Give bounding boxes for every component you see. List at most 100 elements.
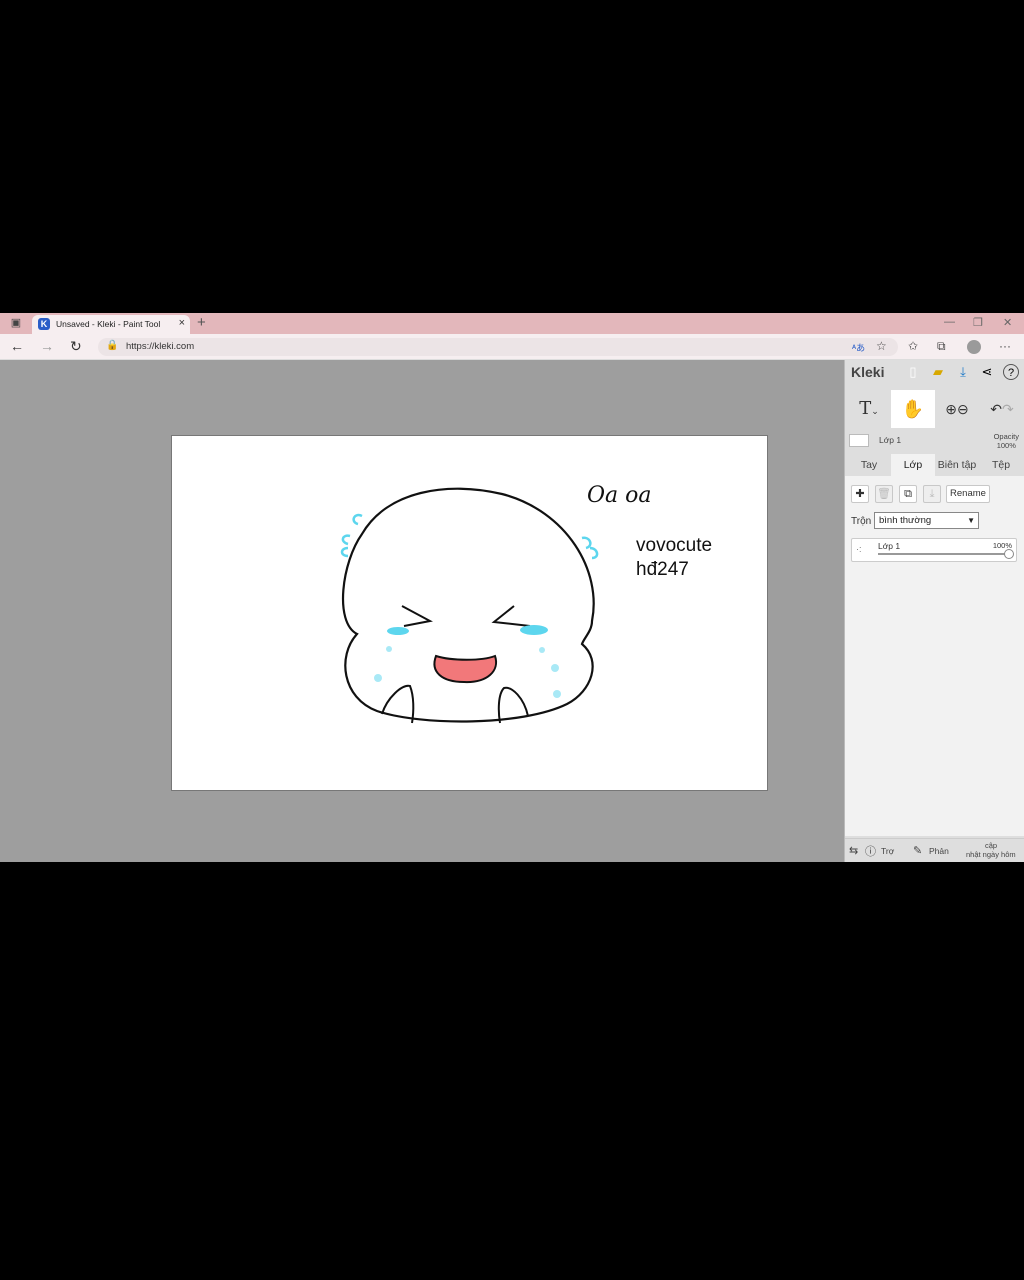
- zoom-buttons[interactable]: ⊕⊖: [939, 390, 975, 428]
- add-layer-button[interactable]: ✚: [851, 485, 869, 503]
- swap-sides-icon[interactable]: ⇆: [849, 844, 858, 857]
- maximize-icon[interactable]: ❐: [973, 316, 983, 329]
- close-window-icon[interactable]: ✕: [1003, 316, 1012, 329]
- tab-actions-icon[interactable]: ▣: [8, 315, 24, 331]
- tab-edit[interactable]: Biên tập: [935, 454, 979, 476]
- text-tool-label: T: [859, 398, 872, 419]
- new-image-icon[interactable]: ▯: [905, 364, 921, 380]
- back-icon[interactable]: ←: [10, 338, 24, 354]
- tear-drop: [374, 674, 382, 682]
- text-tool-button[interactable]: T⌄: [849, 390, 889, 428]
- tab-close-icon[interactable]: ×: [179, 317, 185, 329]
- canvas-caption-line1: vovocute: [636, 535, 713, 556]
- browser-tab[interactable]: K Unsaved - Kleki - Paint Tool ×: [32, 315, 190, 334]
- merge-down-icon[interactable]: ⤓: [923, 485, 941, 503]
- collections-icon[interactable]: ⧉: [937, 339, 946, 354]
- help-icon[interactable]: ⓘ: [865, 843, 876, 859]
- profile-avatar[interactable]: [967, 340, 981, 354]
- canvas-workspace[interactable]: Oa oa vovocute hđ247: [0, 360, 844, 862]
- layer-thumbnail: [849, 434, 869, 447]
- minimize-icon[interactable]: —: [944, 316, 955, 328]
- right-eye: [491, 605, 531, 627]
- chevron-down-icon: ⌄: [871, 407, 879, 417]
- sweat-mark: [589, 546, 599, 560]
- opacity-value: 100%: [996, 441, 1016, 450]
- kleki-logo[interactable]: Kleki: [851, 364, 884, 380]
- blend-mode-select[interactable]: bình thường ▼: [874, 512, 979, 529]
- current-layer-opacity: Opacity 100%: [994, 432, 1019, 450]
- help-icon[interactable]: ?: [1003, 364, 1019, 380]
- chevron-down-icon: ▼: [967, 516, 975, 525]
- tab-layers[interactable]: Lớp: [891, 454, 935, 476]
- drawing-artwork: [340, 487, 599, 724]
- screen: ▣ K Unsaved - Kleki - Paint Tool × + — ❐…: [0, 313, 1024, 862]
- help-link[interactable]: Trợ: [881, 846, 894, 856]
- tab-title: Unsaved - Kleki - Paint Tool: [56, 319, 161, 329]
- layer-name: Lớp 1: [878, 541, 901, 551]
- face-outline: [341, 487, 595, 723]
- download-icon[interactable]: ⤓: [955, 364, 971, 380]
- kleki-favicon-icon: K: [38, 318, 50, 330]
- canvas-handwritten-text: Oa oa: [587, 483, 652, 508]
- lock-icon: 🔒: [106, 340, 119, 351]
- zoom-out-icon[interactable]: ⊖: [957, 401, 969, 417]
- panel-footer: ⇆ ⓘ Trợ ✎ Phản cập nhật ngày hôm: [845, 838, 1024, 862]
- tear-right-eye: [520, 625, 548, 635]
- tab-file[interactable]: Tệp: [981, 454, 1021, 476]
- feedback-link[interactable]: Phản: [929, 846, 949, 856]
- tear-drop: [551, 664, 559, 672]
- layer-opacity-handle[interactable]: [1004, 549, 1014, 559]
- url-text: https://kleki.com: [126, 341, 195, 352]
- tear-drop: [553, 690, 561, 698]
- browser-tab-bar: ▣ K Unsaved - Kleki - Paint Tool × + — ❐…: [0, 313, 1024, 334]
- mouth: [433, 654, 498, 684]
- new-tab-button[interactable]: +: [197, 314, 206, 331]
- blend-mode-label: Trộn: [851, 516, 872, 527]
- layer-opacity-slider[interactable]: [878, 553, 1010, 555]
- undo-icon[interactable]: ↶: [990, 401, 1002, 417]
- panel-header: Kleki ▯ ▰ ⤓ ⋖ ?: [845, 360, 1024, 386]
- sweat-mark: [581, 536, 592, 550]
- sweat-mark: [340, 546, 349, 558]
- canvas-caption-line2: hđ247: [636, 559, 689, 580]
- layer-item[interactable]: ·: Lớp 1 100%: [851, 538, 1017, 562]
- hand-icon: ✋: [901, 399, 925, 419]
- layers-panel: ✚ 🗑 ⧉ ⤓ Rename Trộn bình thường ▼ ·: Lớp…: [845, 476, 1024, 836]
- tool-row: T⌄ ✋ ⊕⊖ ↶↷: [845, 390, 1024, 428]
- hand-tool-button[interactable]: ✋: [891, 390, 935, 428]
- translate-icon[interactable]: ᴬあ: [852, 341, 865, 354]
- duplicate-layer-icon[interactable]: ⧉: [899, 485, 917, 503]
- share-icon[interactable]: ⋖: [979, 364, 995, 380]
- tear-left-eye: [387, 627, 409, 635]
- favorite-add-icon[interactable]: ☆: [876, 339, 887, 353]
- drawing-canvas[interactable]: Oa oa vovocute hđ247: [171, 435, 768, 791]
- current-layer-preview[interactable]: Lớp 1 Opacity 100%: [849, 432, 1021, 450]
- url-field[interactable]: 🔒 https://kleki.com: [98, 338, 898, 356]
- redo-icon[interactable]: ↷: [1002, 401, 1014, 417]
- forward-icon[interactable]: →: [40, 338, 54, 354]
- update-line2[interactable]: nhật ngày hôm: [966, 850, 1016, 859]
- tear-drop: [386, 646, 392, 652]
- zoom-in-icon[interactable]: ⊕: [945, 401, 957, 417]
- tear-drop: [539, 647, 545, 653]
- rename-button[interactable]: Rename: [946, 485, 990, 503]
- reload-icon[interactable]: ↻: [70, 338, 82, 355]
- sweat-mark: [341, 534, 351, 546]
- feedback-icon[interactable]: ✎: [913, 844, 922, 857]
- opacity-label: Opacity: [993, 432, 1019, 441]
- favorites-icon[interactable]: ✩: [908, 339, 918, 353]
- layer-thumbnail: ·:: [856, 544, 862, 554]
- more-menu-icon[interactable]: ···: [999, 339, 1011, 353]
- current-layer-name: Lớp 1: [879, 435, 902, 445]
- blend-mode-value: bình thường: [879, 515, 932, 526]
- open-folder-icon[interactable]: ▰: [930, 364, 946, 380]
- tool-panel: Kleki ▯ ▰ ⤓ ⋖ ? T⌄ ✋ ⊕⊖ ↶↷ Lớp 1 Opacity…: [844, 360, 1024, 862]
- tab-brush[interactable]: Tay: [849, 454, 889, 476]
- address-bar: ← → ↻ 🔒 https://kleki.com ᴬあ ☆ ✩ ⧉ ···: [0, 334, 1024, 360]
- sweat-mark: [352, 513, 363, 526]
- delete-layer-icon[interactable]: 🗑: [875, 485, 893, 503]
- undo-redo-buttons[interactable]: ↶↷: [983, 390, 1021, 428]
- update-line1[interactable]: cập: [985, 841, 997, 850]
- panel-tabs: Tay Lớp Biên tập Tệp: [845, 454, 1024, 476]
- left-eye: [401, 605, 433, 627]
